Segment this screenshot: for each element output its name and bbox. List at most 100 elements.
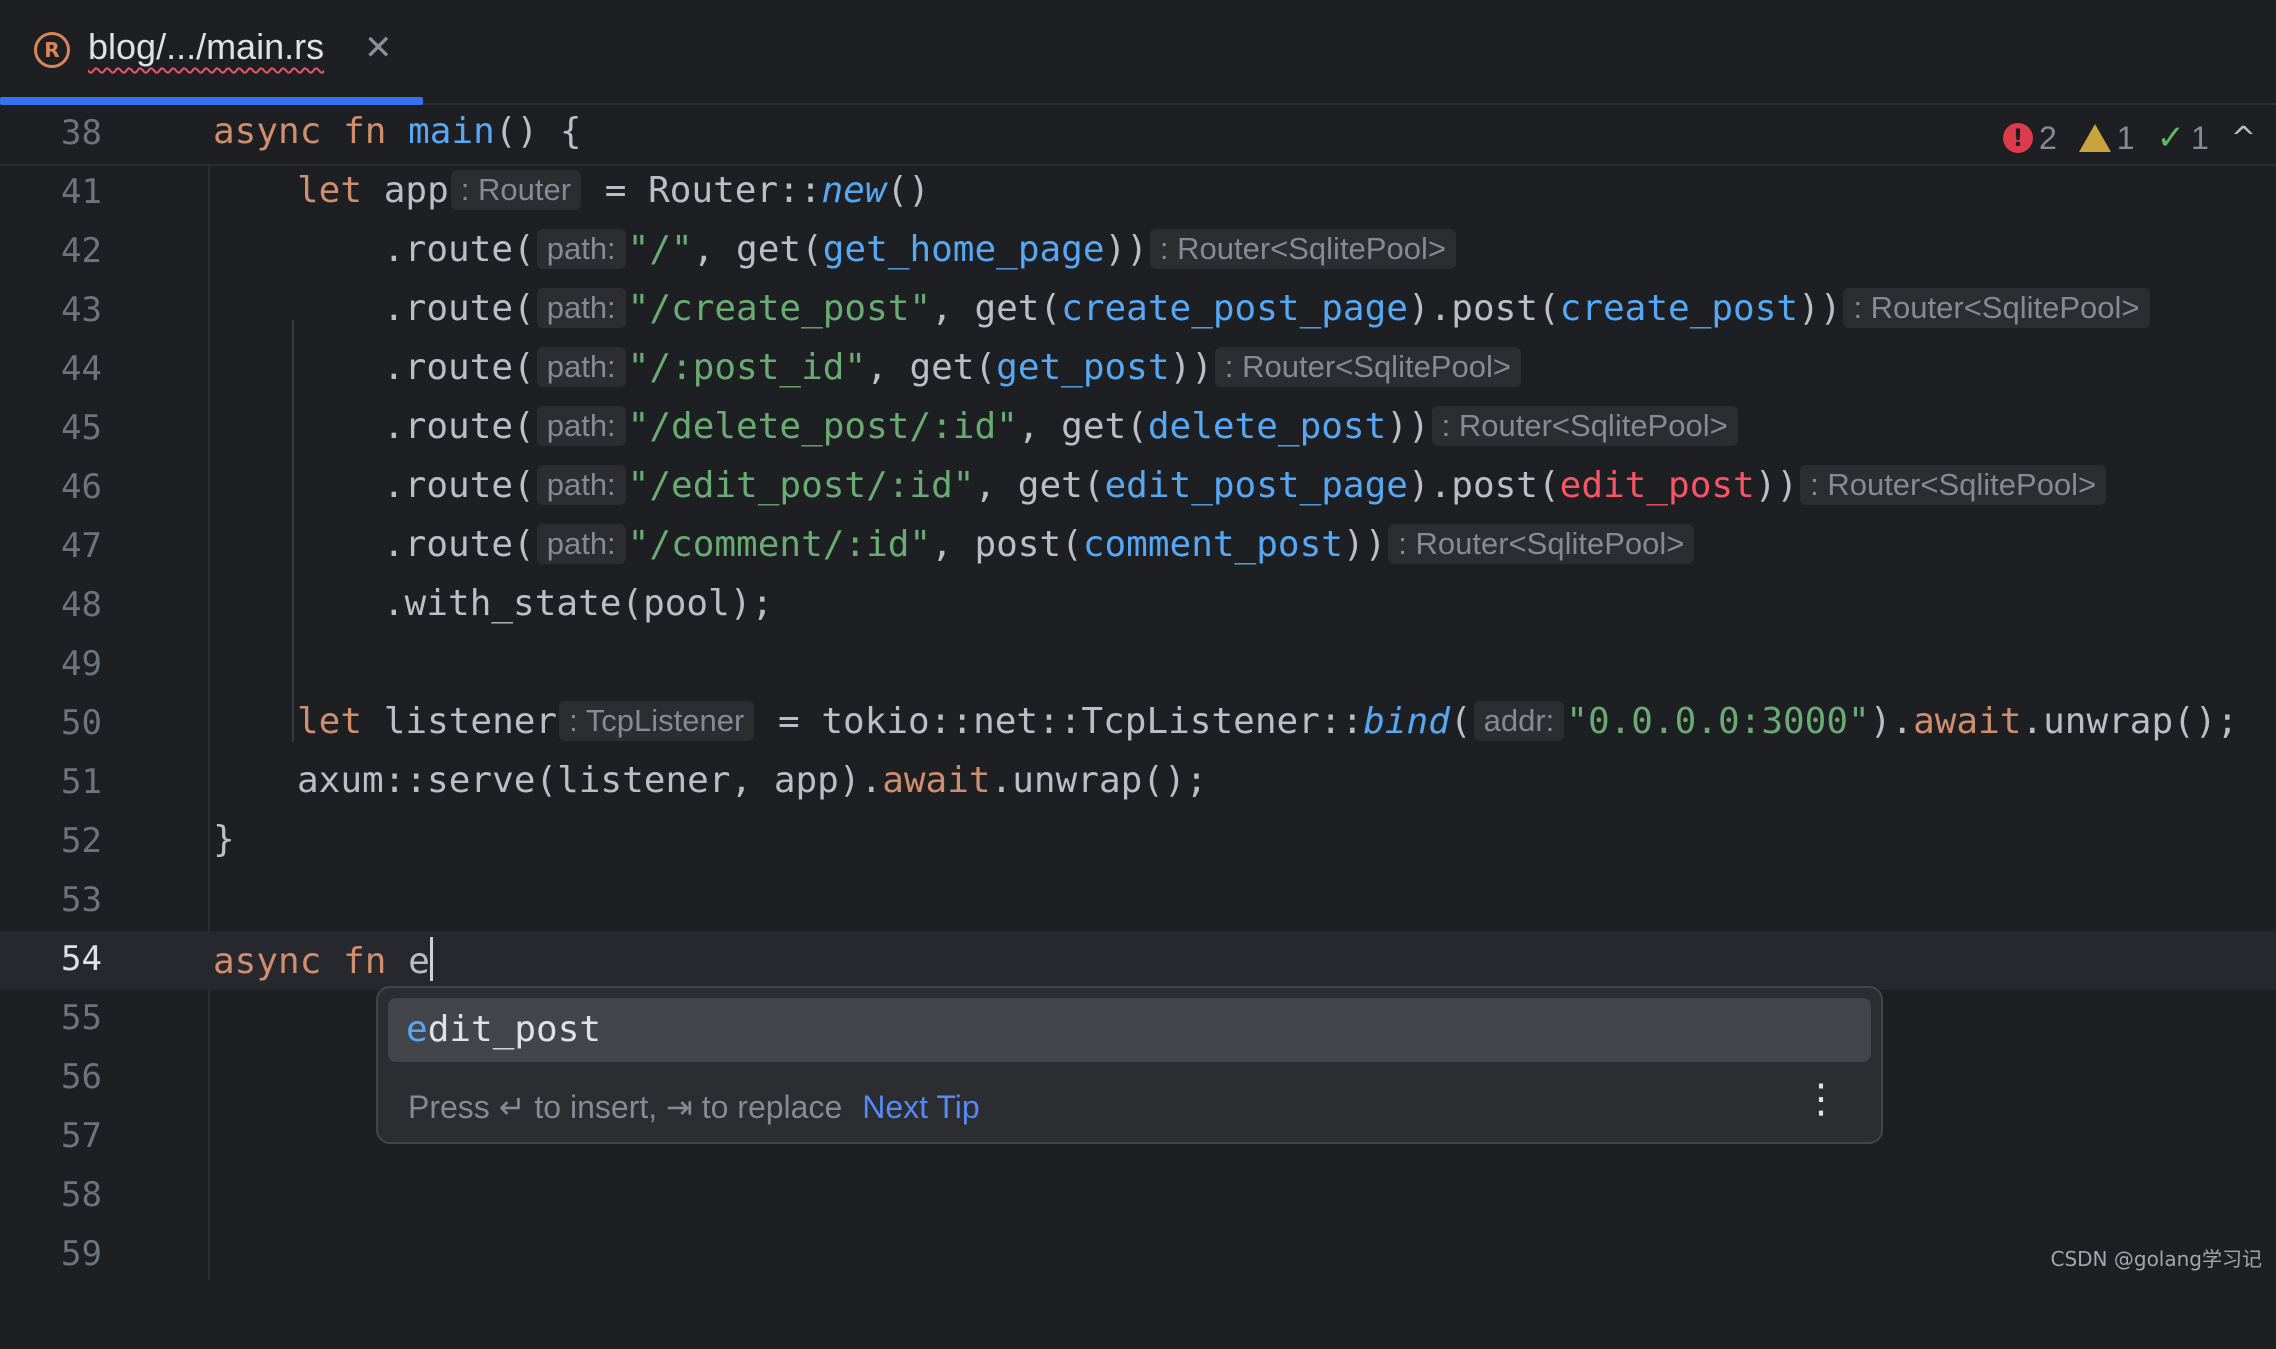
line-number: 58: [61, 1175, 102, 1215]
code-text: }: [213, 819, 235, 860]
code-text: .with_state(pool);: [383, 583, 774, 624]
type-hint: : Router<SqlitePool>: [1149, 229, 1456, 269]
check-icon: ✓: [2156, 118, 2186, 158]
line-number: 43: [61, 290, 102, 330]
string-literal: "/create_post": [627, 288, 932, 329]
code-line-44[interactable]: 44 .route(path: "/:post_id", get(get_post…: [0, 341, 2276, 400]
keyword: fn: [343, 941, 387, 982]
tab-main-rs[interactable]: R blog/.../main.rs ✕: [0, 0, 423, 105]
code-text: )): [1169, 347, 1213, 388]
code-text: (): [886, 170, 930, 211]
code-line-50[interactable]: 50 let listener: TcpListener = tokio::ne…: [0, 695, 2276, 754]
code-line-52[interactable]: 52 }: [0, 813, 2276, 872]
param-hint: path:: [536, 465, 626, 505]
line-number: 52: [61, 821, 102, 861]
code-text: ).post(: [1407, 465, 1560, 506]
warning-icon: [2078, 124, 2111, 152]
code-line-58[interactable]: 58: [0, 1167, 2276, 1226]
function-name: main: [408, 111, 495, 152]
code-line: .route(path: "/comment/:id", post(comment…: [383, 524, 1696, 565]
type-hint: : Router: [450, 170, 582, 210]
code-line: let app: Router = Router::new(): [297, 170, 930, 211]
type-hint: : TcpListener: [559, 701, 755, 741]
code-text: , get(: [1017, 406, 1148, 447]
code-text: = tokio::net::TcpListener::: [778, 701, 1364, 742]
function-call: new: [821, 170, 887, 211]
code-text: = Router::: [604, 170, 822, 211]
code-completion-popup[interactable]: edit_post Press ↵ to insert, ⇥ to replac…: [376, 986, 1883, 1144]
code-line-54-current[interactable]: 54 async fn e: [0, 931, 2276, 990]
code-line-45[interactable]: 45 .route(path: "/delete_post/:id", get(d…: [0, 400, 2276, 459]
error-count[interactable]: ! 2: [2002, 119, 2057, 157]
completion-item-label: edit_post: [406, 998, 601, 1062]
code-line-47[interactable]: 47 .route(path: "/comment/:id", post(comm…: [0, 518, 2276, 577]
code-line-43[interactable]: 43 .route(path: "/create_post", get(creat…: [0, 282, 2276, 341]
code-line: let listener: TcpListener = tokio::net::…: [297, 701, 2238, 742]
param-hint: path:: [536, 229, 626, 269]
watermark: CSDN @golang学习记: [2050, 1247, 2263, 1271]
code-text: , post(: [931, 524, 1083, 565]
line-number: 59: [61, 1234, 102, 1274]
code-text: .route(: [383, 288, 535, 329]
code-text: )): [1342, 524, 1387, 565]
string-literal: "/:post_id": [627, 347, 867, 388]
unresolved-function-ref: edit_post: [1559, 465, 1755, 506]
function-ref: comment_post: [1082, 524, 1343, 565]
code-line-49[interactable]: 49: [0, 636, 2276, 695]
variable: app: [383, 170, 449, 211]
line-number: 56: [61, 1057, 102, 1097]
string-literal: "/delete_post/:id": [627, 406, 1018, 447]
string-literal: "/comment/:id": [627, 524, 932, 565]
code-line-48[interactable]: 48 .with_state(pool);: [0, 577, 2276, 636]
code-text: .route(: [383, 406, 535, 447]
line-number: 45: [61, 408, 102, 448]
code-text: )): [1104, 229, 1148, 270]
code-line: .route(path: "/create_post", get(create_p…: [383, 288, 2152, 329]
weak-warning-count[interactable]: ✓ 1: [2157, 118, 2209, 158]
type-hint: : Router<SqlitePool>: [1388, 524, 1695, 564]
code-text: , get(: [692, 229, 823, 270]
line-number: 44: [61, 349, 102, 389]
code-line-53[interactable]: 53: [0, 872, 2276, 931]
param-hint: path:: [536, 406, 626, 446]
code-line-46[interactable]: 46 .route(path: "/edit_post/:id", get(edi…: [0, 459, 2276, 518]
code-line-59[interactable]: 59: [0, 1226, 2276, 1285]
keyword: let: [297, 170, 363, 211]
code-text: )): [1386, 406, 1430, 447]
error-count-value: 2: [2038, 119, 2057, 156]
code-line-42[interactable]: 42 .route(path: "/", get(get_home_page)):…: [0, 223, 2276, 282]
variable: listener: [383, 701, 558, 742]
inspection-widget[interactable]: ! 2 1 ✓ 1 ^: [2002, 118, 2256, 158]
line-number: 41: [61, 172, 102, 212]
warning-count-value: 1: [2116, 119, 2135, 156]
completion-item-edit-post[interactable]: edit_post: [388, 998, 1871, 1062]
code-text: , get(: [974, 465, 1105, 506]
code-line: async fn e: [213, 937, 433, 982]
warning-count[interactable]: 1: [2078, 119, 2135, 157]
code-text: .unwrap();: [990, 760, 1208, 801]
code-text: .route(: [383, 524, 535, 565]
rust-icon: R: [34, 32, 70, 68]
keyword: let: [297, 701, 363, 742]
code-text: , get(: [931, 288, 1062, 329]
line-number: 46: [61, 467, 102, 507]
code-line-41[interactable]: 41 let app: Router = Router::new(): [0, 164, 2276, 223]
close-icon[interactable]: ✕: [364, 28, 393, 68]
code-text: .route(: [383, 229, 535, 270]
chevron-up-icon[interactable]: ^: [2231, 121, 2256, 156]
type-hint: : Router<SqlitePool>: [1800, 465, 2107, 505]
code-line-51[interactable]: 51 axum::serve(listener, app).await.unwr…: [0, 754, 2276, 813]
function-ref: create_post_page: [1061, 288, 1408, 329]
active-tab-indicator: [0, 97, 423, 105]
more-options-icon[interactable]: ⋮: [1801, 1076, 1841, 1122]
tab-title[interactable]: blog/.../main.rs: [88, 26, 324, 68]
line-number: 47: [61, 526, 102, 566]
keyword: await: [882, 760, 991, 801]
line-number: 57: [61, 1116, 102, 1156]
sticky-line-38[interactable]: 38 async fn main() {: [0, 105, 2276, 166]
code-text: , get(: [866, 347, 997, 388]
line-number: 55: [61, 998, 102, 1038]
next-tip-link[interactable]: Next Tip: [862, 1089, 979, 1125]
line-number: 48: [61, 585, 102, 625]
type-hint: : Router<SqlitePool>: [1843, 288, 2150, 328]
